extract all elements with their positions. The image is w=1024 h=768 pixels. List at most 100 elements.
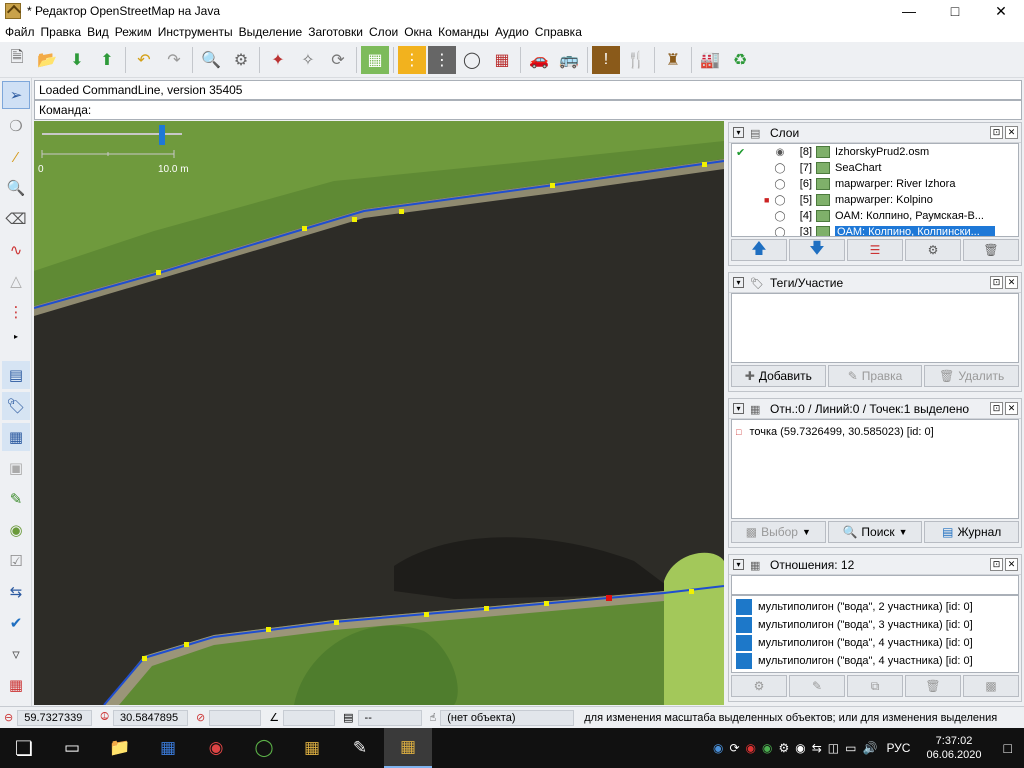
qgis-icon[interactable]: ◯ <box>240 728 288 768</box>
draw-mode-icon[interactable]: ⁄ <box>2 143 30 171</box>
edit-tag-button[interactable]: ✎ Правка <box>827 365 923 387</box>
combine-way-icon[interactable]: ✧ <box>294 46 322 74</box>
tags-toggle-icon[interactable]: 🏷 <box>2 392 30 420</box>
dropdown-arrow-icon[interactable]: ▼ <box>802 527 811 537</box>
map-canvas[interactable]: 0 10.0 m <box>34 121 724 705</box>
road-white-icon[interactable]: ◯ <box>458 46 486 74</box>
history-toggle-icon[interactable]: ☑ <box>2 547 30 575</box>
eye-icon[interactable]: ◯ <box>772 211 788 222</box>
layer-row[interactable]: ◯ [6] mapwarper: River Izhora <box>732 176 1018 192</box>
volume-icon[interactable]: 🔊 <box>859 741 880 755</box>
menu-audio[interactable]: Аудио <box>492 25 532 39</box>
menu-windows[interactable]: Окна <box>401 25 435 39</box>
steam-icon[interactable]: ◉ <box>792 741 808 755</box>
layer-row[interactable]: ◯ [7] SeaChart <box>732 160 1018 176</box>
close-panel-icon[interactable]: ✕ <box>1005 276 1018 289</box>
calculator-app-icon[interactable]: ▦ <box>144 728 192 768</box>
tray-stop-icon[interactable]: ◉ <box>743 741 759 755</box>
detach-icon[interactable]: ⊡ <box>990 558 1003 571</box>
close-panel-icon[interactable]: ✕ <box>1005 402 1018 415</box>
menu-mode[interactable]: Режим <box>112 25 155 39</box>
tray-device-icon[interactable]: ◫ <box>825 741 842 755</box>
conflict-toggle-icon[interactable]: ⇆ <box>2 578 30 606</box>
expand-toolbar-icon[interactable]: ▸ <box>2 329 30 343</box>
notification-icon[interactable]: □ <box>992 740 1024 756</box>
menu-view[interactable]: Вид <box>84 25 112 39</box>
select-button[interactable]: ▩ Выбор ▼ <box>731 521 826 543</box>
validator-toggle-icon[interactable]: ✔ <box>2 609 30 637</box>
delete-tag-button[interactable]: 🗑 Удалить <box>924 365 1020 387</box>
tray-app2-icon[interactable]: ⚙ <box>775 741 792 755</box>
menu-commands[interactable]: Команды <box>435 25 492 39</box>
task-view-icon[interactable]: ▭ <box>48 728 96 768</box>
torrent-icon[interactable]: ◉ <box>759 741 775 755</box>
layer-row[interactable]: ✔ ◉ [8] IzhorskyPrud2.osm <box>732 144 1018 160</box>
geotag-toggle-icon[interactable]: ◉ <box>2 516 30 544</box>
move-up-icon[interactable]: 🡅 <box>731 239 787 261</box>
minimap-toggle-icon[interactable]: ▣ <box>2 454 30 482</box>
zoom-slider-thumb[interactable] <box>159 125 165 145</box>
castle-icon[interactable]: ♜ <box>659 46 687 74</box>
close-panel-icon[interactable]: ✕ <box>1005 558 1018 571</box>
detach-icon[interactable]: ⊡ <box>990 402 1003 415</box>
changeset-toggle-icon[interactable]: ▦ <box>2 671 30 699</box>
minimize-icon[interactable]: — <box>886 0 932 22</box>
layer-tools-icon[interactable]: ⚙ <box>905 239 961 261</box>
menu-edit[interactable]: Правка <box>38 25 85 39</box>
move-down-icon[interactable]: 🡇 <box>789 239 845 261</box>
keyboard-language[interactable]: РУС <box>880 741 916 755</box>
delete-mode-icon[interactable]: ⌫ <box>2 205 30 233</box>
reverse-way-icon[interactable]: ⟳ <box>324 46 352 74</box>
eye-icon[interactable]: ◯ <box>772 163 788 174</box>
close-panel-icon[interactable]: ✕ <box>1005 126 1018 139</box>
eye-icon[interactable]: ◯ <box>772 179 788 190</box>
menu-tools[interactable]: Инструменты <box>155 25 236 39</box>
menu-presets[interactable]: Заготовки <box>305 25 366 39</box>
relations-filter-input[interactable] <box>731 575 1019 595</box>
upload-icon[interactable]: ⬆ <box>93 46 121 74</box>
layer-row-selected[interactable]: ◯ [3] OAM: Колпино, Колпински... <box>732 224 1018 236</box>
tray-sync-icon[interactable]: ⟳ <box>726 741 742 755</box>
factory-icon[interactable]: 🏭 <box>696 46 724 74</box>
clock[interactable]: 7:37:02 06.06.2020 <box>916 734 991 762</box>
recycling-icon[interactable]: ♻ <box>726 46 754 74</box>
menu-help[interactable]: Справка <box>532 25 585 39</box>
detach-icon[interactable]: ⊡ <box>990 276 1003 289</box>
filter-toggle-icon[interactable]: ▿ <box>2 640 30 668</box>
settings-icon[interactable]: ⚙ <box>227 46 255 74</box>
layer-row[interactable]: ■ ◯ [5] mapwarper: Kolpino <box>732 192 1018 208</box>
delete-relation-icon[interactable]: 🗑 <box>905 675 961 697</box>
history-button[interactable]: ▤ Журнал <box>924 521 1020 543</box>
restaurant-icon[interactable]: 🍴 <box>622 46 650 74</box>
merge-layers-icon[interactable]: ☰ <box>847 239 903 261</box>
dropdown-arrow-icon[interactable]: ▼ <box>899 527 908 537</box>
collapse-icon[interactable]: ▾ <box>733 127 744 138</box>
editor-app-icon[interactable]: ✎ <box>336 728 384 768</box>
select-members-icon[interactable]: ▩ <box>963 675 1019 697</box>
add-tag-button[interactable]: ✚ Добавить <box>731 365 826 387</box>
tray-network-icon[interactable]: ⇆ <box>809 741 825 755</box>
layers-toggle-icon[interactable]: ▤ <box>2 361 30 389</box>
duplicate-relation-icon[interactable]: ⧉ <box>847 675 903 697</box>
select-mode-icon[interactable]: ➢ <box>2 81 30 109</box>
extrude-icon[interactable]: ⋮ <box>2 298 30 326</box>
detach-icon[interactable]: ⊡ <box>990 126 1003 139</box>
road-yellow-icon[interactable]: ⋮ <box>398 45 426 74</box>
tray-app-icon[interactable]: ◉ <box>710 741 726 755</box>
command-input[interactable]: Команда: <box>34 100 1022 120</box>
selected-node[interactable] <box>606 595 612 601</box>
selection-toggle-icon[interactable]: ▦ <box>2 423 30 451</box>
car-icon[interactable]: 🚗 <box>525 46 553 74</box>
monitor-icon[interactable]: ▭ <box>842 741 859 755</box>
road-grey-icon[interactable]: ⋮ <box>428 45 456 74</box>
preferences-icon[interactable]: 🔍 <box>197 46 225 74</box>
eye-icon[interactable]: ◉ <box>772 147 788 158</box>
wall-icon[interactable]: ▦ <box>488 46 516 74</box>
edit-relation-icon[interactable]: ✎ <box>789 675 845 697</box>
new-relation-icon[interactable]: ⚙ <box>731 675 787 697</box>
close-icon[interactable]: ✕ <box>978 0 1024 22</box>
search-button[interactable]: 🔍 Поиск ▼ <box>827 521 923 543</box>
improve-way-icon[interactable]: ∿ <box>2 236 30 264</box>
start-icon[interactable]: ❏ <box>0 728 48 768</box>
bus-icon[interactable]: 🚌 <box>555 46 583 74</box>
